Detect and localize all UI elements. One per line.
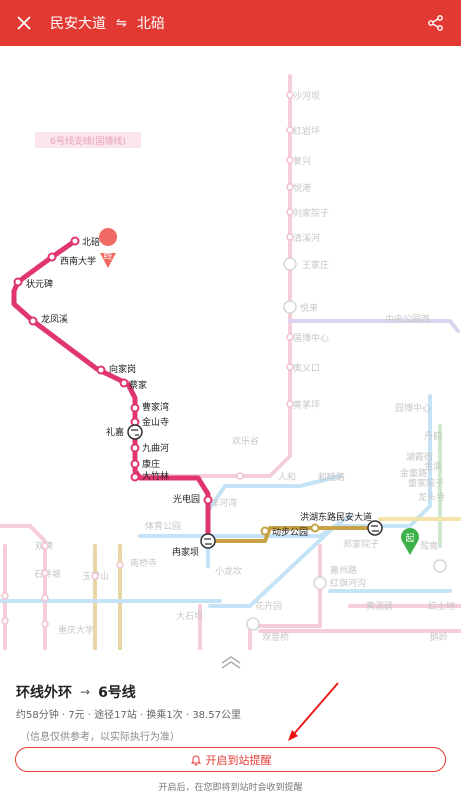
station-label: 西南大学	[60, 255, 96, 267]
route-summary-title: 环线外环 → 6号线	[16, 682, 136, 702]
station-label: 曹家湾	[142, 401, 169, 413]
start-marker: 起	[401, 528, 419, 555]
chevron-up-icon	[221, 656, 241, 669]
station-label: 动步公园	[272, 527, 308, 538]
station-label: 状元碑	[26, 278, 53, 290]
faded-station: 清溪河	[293, 232, 320, 244]
share-icon	[428, 15, 443, 31]
faded-station: 花卉园	[255, 600, 282, 612]
transfer-icon	[200, 533, 216, 549]
station-label: 蔡家	[129, 379, 147, 391]
faded-station: 丹鹤	[424, 430, 442, 442]
faded-station: 红岩坪	[293, 125, 320, 137]
line-banner-label: 6号线支线(国博线)	[50, 135, 126, 147]
faded-station: 中央公园西	[385, 313, 430, 325]
faded-station: 园博中心	[395, 402, 431, 414]
station-label: 冉家坝	[172, 546, 199, 558]
station-label: 龙凤溪	[41, 313, 68, 325]
faded-lines	[0, 74, 461, 650]
faded-station: 南桥寺	[130, 557, 157, 569]
faded-station: 黄泥磅	[366, 600, 393, 612]
route-from-line: 环线外环	[16, 685, 72, 701]
faded-station: 嘉州路	[330, 564, 357, 576]
faded-station: 国博中心	[293, 332, 329, 344]
route-meta: 约58分钟 · 7元 · 途径17站 · 换乘1次 · 38.57公里	[16, 710, 241, 721]
faded-station-dots	[1, 91, 294, 628]
station-label: 礼嘉	[106, 426, 124, 438]
start-marker-label: 起	[405, 533, 414, 544]
close-icon	[17, 16, 31, 30]
station-label: 洪湖东路民安大道	[300, 511, 372, 523]
metro-map[interactable]: 6号线支线(国博线) 沙河坝 红岩坪 复兴 悦港 刘家院子 清溪河 王家庄 悦来…	[0, 46, 461, 650]
swap-icon[interactable]: ⇋	[116, 16, 127, 31]
station-label: 大竹林	[142, 470, 169, 482]
faded-station: 童家院子	[408, 477, 444, 489]
faded-station: 郑家院子	[343, 538, 379, 550]
close-button[interactable]	[12, 11, 36, 35]
route-to-line: 6号线	[98, 685, 136, 701]
faded-station: 刘家院子	[293, 207, 329, 219]
faded-station: 人和	[278, 472, 296, 483]
faded-station: 龙头寺	[418, 491, 445, 503]
top-bar: 民安大道 ⇋ 北碚	[0, 0, 461, 46]
station-label: 北碚	[82, 236, 100, 248]
to-station: 北碚	[136, 16, 165, 32]
station-label: 向家岗	[109, 363, 136, 375]
expand-panel-button[interactable]	[218, 654, 244, 670]
end-marker-label: 终	[103, 250, 112, 262]
faded-station: 悦港	[293, 182, 311, 194]
faded-station: 黄茅坪	[293, 399, 320, 411]
arrival-reminder-button[interactable]: 开启到站提醒	[15, 747, 446, 772]
faded-station: 鸳鸯	[420, 540, 438, 552]
faded-station: 洋河湾	[210, 497, 237, 509]
share-button[interactable]	[425, 12, 447, 34]
faded-station: 复兴	[293, 155, 311, 167]
faded-station: 红旗河沟	[330, 577, 366, 589]
faded-station: 观音桥	[262, 631, 289, 643]
from-station: 民安大道	[50, 16, 106, 32]
transfer-icon	[127, 424, 143, 440]
faded-station: 悦来	[300, 302, 318, 314]
bell-icon	[190, 755, 201, 765]
route-station-labels: 北碚 西南大学 状元碑 龙凤溪 向家岗 蔡家 曹家湾 金山寺 礼嘉 九曲河 康庄…	[26, 236, 372, 558]
faded-station: 大石坝	[176, 610, 203, 622]
faded-station: 沙河坝	[293, 90, 320, 102]
faded-station: 奥义口	[293, 362, 320, 374]
station-label: 光电园	[173, 493, 200, 505]
faded-station: 小龙坎	[215, 565, 242, 577]
station-label: 九曲河	[142, 442, 169, 454]
faded-station: 欢乐谷	[232, 435, 259, 447]
faded-station: 和睦路	[318, 471, 345, 483]
station-label: 金山寺	[142, 416, 169, 428]
end-marker: 终	[99, 228, 118, 268]
faded-station: 鹅岭	[430, 631, 448, 643]
faded-station: 红土地	[428, 600, 455, 612]
line-banner: 6号线支线(国博线)	[35, 132, 141, 148]
faded-station: 重庆大学	[58, 624, 94, 636]
faded-station: 体育公园	[145, 520, 181, 532]
reminder-hint: 开启后，在您即将到站时会收到提醒	[158, 783, 303, 793]
arrival-reminder-label: 开启到站提醒	[205, 753, 272, 767]
route-note: （信息仅供参考，以实际执行为准）	[20, 732, 180, 743]
faded-station: 王家庄	[302, 259, 329, 271]
route-title: 民安大道 ⇋ 北碚	[50, 0, 165, 46]
metro-map-canvas[interactable]: 6号线支线(国博线) 沙河坝 红岩坪 复兴 悦港 刘家院子 清溪河 王家庄 悦来…	[0, 46, 461, 650]
faded-station: 金童路	[400, 467, 427, 479]
transfer-icon	[367, 520, 383, 536]
route-panel: 环线外环 → 6号线 约58分钟 · 7元 · 途径17站 · 换乘1次 · 3…	[0, 650, 461, 800]
route-arrow: →	[80, 685, 91, 699]
station-label: 康庄	[142, 458, 160, 470]
